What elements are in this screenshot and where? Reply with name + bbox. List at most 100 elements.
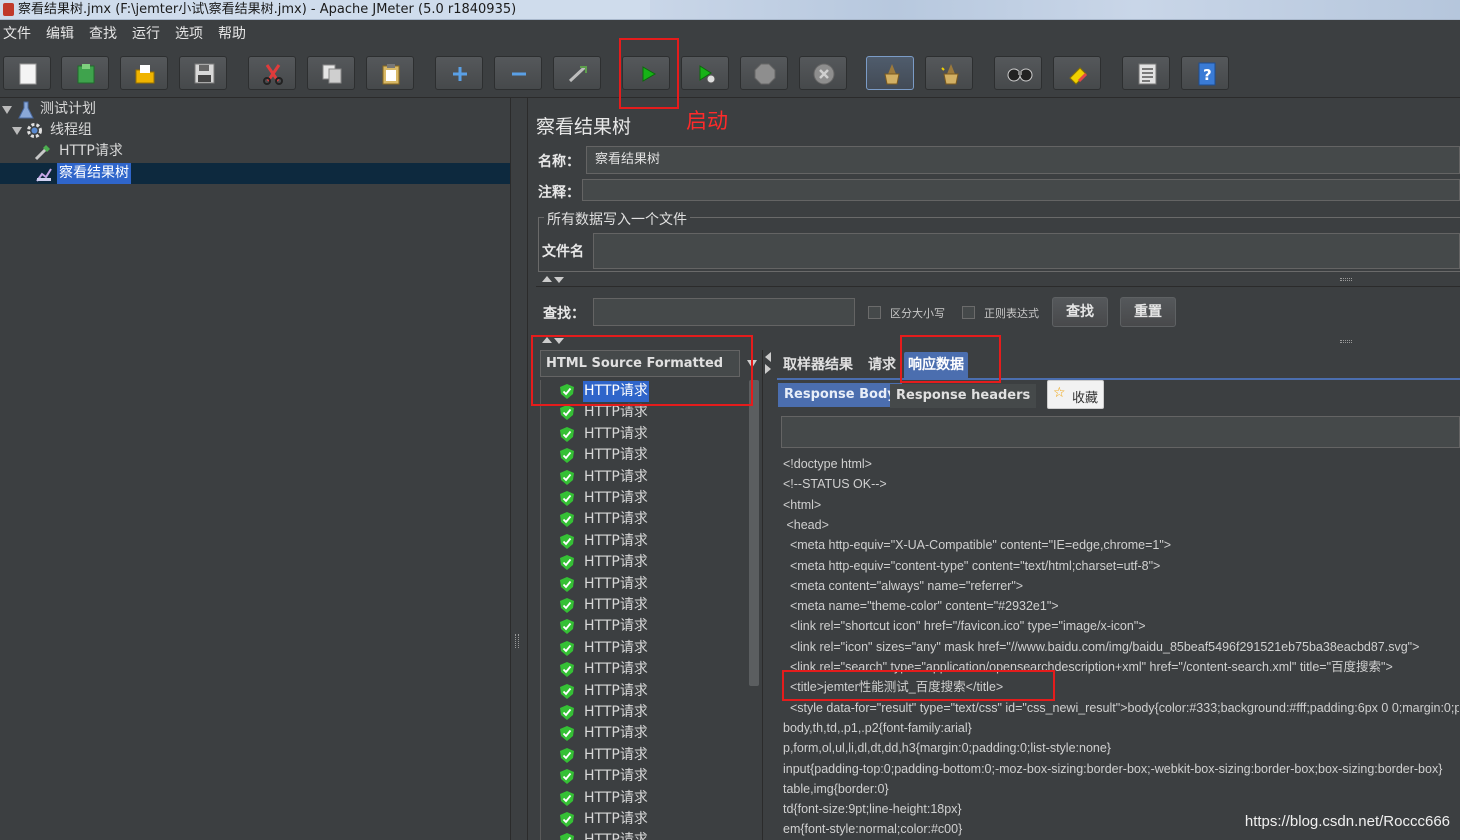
menu-options[interactable]: 选项	[172, 20, 211, 48]
tree-node-label: HTTP请求	[59, 143, 123, 159]
tab-sampler-result[interactable]: 取样器结果	[779, 352, 857, 378]
annotation-title-box	[782, 670, 1055, 701]
reset-search-icon	[1069, 67, 1088, 85]
divider-grip[interactable]	[1340, 278, 1352, 281]
comment-label: 注释：	[538, 185, 580, 201]
success-shield-icon	[560, 640, 574, 656]
shutdown-button[interactable]	[799, 56, 847, 90]
comment-field[interactable]	[582, 179, 1460, 201]
clear-button[interactable]	[866, 56, 914, 90]
templates-icon	[77, 64, 95, 84]
response-line: p,form,ol,ul,li,dl,dt,dd,h3{margin:0;pad…	[783, 741, 1111, 756]
success-shield-icon	[560, 405, 574, 421]
results-splitter[interactable]	[762, 350, 776, 840]
chart-icon	[36, 168, 52, 182]
save-button[interactable]	[179, 56, 227, 90]
clear-all-button[interactable]	[925, 56, 973, 90]
result-item-label: HTTP请求	[584, 597, 648, 613]
flask-icon	[18, 101, 34, 119]
menu-search[interactable]: 查找	[86, 20, 125, 48]
toggle-icon	[568, 65, 587, 83]
case-sensitive-checkbox[interactable]	[868, 306, 881, 319]
response-line: body,th,td,.p1,.p2{font-family:arial}	[783, 720, 972, 735]
response-filter-field[interactable]	[781, 416, 1460, 448]
function-helper-icon	[1138, 63, 1157, 85]
tree-expand-icon[interactable]	[12, 127, 22, 135]
result-item-label: HTTP请求	[584, 425, 648, 442]
tab-underline	[777, 378, 1460, 380]
search-field[interactable]	[593, 298, 855, 326]
split-up-arrow-icon[interactable]	[542, 276, 552, 282]
response-line: <!--STATUS OK-->	[783, 477, 887, 492]
menu-run[interactable]: 运行	[129, 20, 168, 48]
clear-all-icon	[941, 64, 959, 85]
success-shield-icon	[560, 790, 574, 806]
function-helper-button[interactable]	[1122, 56, 1170, 90]
tree-node-label: 测试计划	[40, 101, 96, 117]
left-arrow-icon[interactable]	[765, 352, 771, 362]
result-item-label: HTTP请求	[584, 682, 648, 699]
paste-button[interactable]	[366, 56, 414, 90]
reset-search-button[interactable]	[1053, 56, 1101, 90]
open-icon	[135, 65, 155, 84]
menu-file[interactable]: 文件	[0, 20, 39, 48]
subtab-response-body[interactable]: Response Body	[778, 383, 902, 407]
annotation-start-box	[619, 38, 679, 109]
result-item-label: HTTP请求	[584, 725, 648, 742]
result-item-label: HTTP请求	[584, 554, 648, 571]
filename-field[interactable]	[593, 233, 1460, 269]
search-button[interactable]	[994, 56, 1042, 90]
regex-checkbox[interactable]	[962, 306, 975, 319]
cut-button[interactable]	[248, 56, 296, 90]
help-icon: ?	[1198, 62, 1216, 86]
filename-label: 文件名	[542, 244, 584, 260]
jmeter-window: 察看结果树.jmx (F:\jemter小试\察看结果树.jmx) - Apac…	[0, 0, 1460, 840]
divider	[536, 286, 1460, 287]
vertical-splitter[interactable]	[510, 98, 528, 840]
results-scrollbar[interactable]	[749, 380, 759, 686]
window-title: 察看结果树.jmx (F:\jemter小试\察看结果树.jmx) - Apac…	[18, 2, 517, 17]
templates-button[interactable]	[61, 56, 109, 90]
success-shield-icon	[560, 533, 574, 549]
start-no-pause-icon	[699, 65, 716, 84]
response-line: <meta http-equiv="X-UA-Compatible" conte…	[783, 538, 1172, 553]
new-icon	[19, 63, 37, 85]
toggle-button[interactable]	[553, 56, 601, 90]
name-field[interactable]: 察看结果树	[586, 146, 1460, 174]
splitter-grip[interactable]	[515, 634, 519, 648]
bookmark-button[interactable]: ☆ 收藏	[1047, 380, 1104, 409]
menu-edit[interactable]: 编辑	[43, 20, 82, 48]
success-shield-icon	[560, 812, 574, 827]
start-no-pause-button[interactable]	[681, 56, 729, 90]
success-shield-icon	[560, 619, 574, 635]
search-label: 查找：	[543, 306, 585, 322]
stop-button[interactable]	[740, 56, 788, 90]
regex-label: 正则表达式	[984, 307, 1039, 320]
tree-node-view-results-tree[interactable]: 察看结果树	[0, 163, 510, 184]
tree-expand-icon[interactable]	[2, 106, 12, 114]
split-down-arrow-icon[interactable]	[554, 277, 564, 283]
expand-all-button[interactable]	[435, 56, 483, 90]
open-button[interactable]	[120, 56, 168, 90]
result-item-label: HTTP请求	[584, 468, 648, 485]
result-item-label: HTTP请求	[583, 830, 649, 840]
tab-request[interactable]: 请求	[864, 352, 900, 378]
name-label: 名称：	[538, 154, 580, 170]
menu-help[interactable]: 帮助	[215, 20, 254, 48]
reset-button[interactable]: 重置	[1120, 297, 1176, 327]
copy-icon	[322, 64, 342, 84]
collapse-all-button[interactable]	[494, 56, 542, 90]
annotation-renderer-box	[531, 335, 753, 406]
divider-grip[interactable]	[1340, 340, 1352, 343]
new-button[interactable]	[3, 56, 51, 90]
paste-icon	[382, 64, 400, 85]
subtab-response-headers[interactable]: Response headers	[890, 384, 1037, 408]
clear-icon	[884, 64, 900, 85]
help-button[interactable]: ?	[1181, 56, 1229, 90]
copy-button[interactable]	[307, 56, 355, 90]
find-button[interactable]: 查找	[1052, 297, 1108, 327]
success-shield-icon	[560, 598, 574, 613]
result-item-label: HTTP请求	[584, 490, 648, 506]
right-arrow-icon[interactable]	[765, 364, 771, 374]
result-item-label: HTTP请求	[584, 768, 648, 785]
